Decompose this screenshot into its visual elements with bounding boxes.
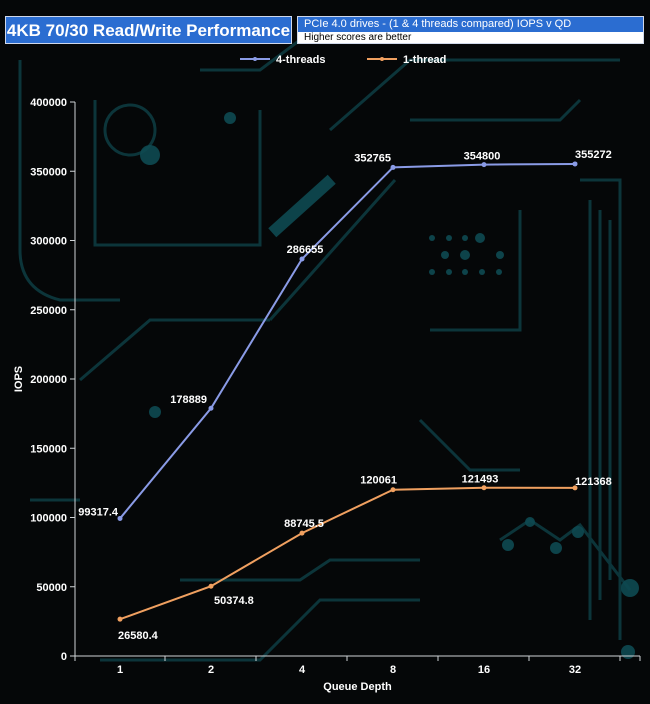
data-point-4-threads	[481, 162, 487, 168]
legend-marker-1-thread	[380, 57, 384, 61]
x-axis-title: Queue Depth	[323, 681, 392, 693]
x-tick-label: 4	[299, 664, 306, 676]
y-tick-label: 150000	[30, 443, 67, 455]
data-label-1-thread: 120061	[360, 475, 397, 487]
y-axis-title: IOPS	[13, 366, 25, 392]
series-line-1-thread	[119, 486, 576, 621]
y-tick-label: 350000	[30, 166, 67, 178]
x-tick-label: 2	[208, 664, 214, 676]
x-tick-label: 8	[390, 664, 396, 676]
data-point-4-threads	[299, 256, 305, 262]
data-label-4-threads: 99317.4	[78, 506, 119, 518]
data-point-1-thread	[299, 530, 305, 536]
data-label-4-threads: 178889	[170, 394, 207, 406]
data-point-4-threads	[390, 164, 396, 170]
x-tick-label: 1	[117, 664, 123, 676]
chart-frame: 4KB 70/30 Read/Write Performance PCIe 4.…	[0, 0, 650, 704]
data-label-1-thread: 121368	[575, 476, 612, 488]
data-label-4-threads: 355272	[575, 149, 612, 161]
y-tick-label: 200000	[30, 374, 67, 386]
data-label-1-thread: 88745.5	[284, 518, 324, 530]
y-tick-label: 250000	[30, 305, 67, 317]
data-point-1-thread	[117, 616, 123, 622]
series-line-4-threads	[119, 162, 576, 520]
y-tick-label: 0	[61, 651, 67, 663]
data-point-4-threads	[208, 405, 214, 411]
data-point-4-threads	[572, 161, 578, 167]
y-tick-label: 400000	[30, 97, 67, 109]
x-tick-label: 32	[569, 664, 581, 676]
data-label-1-thread: 121493	[462, 474, 499, 486]
data-point-1-thread	[481, 485, 487, 491]
data-point-1-thread	[208, 583, 214, 589]
legend-label-1-thread: 1-thread	[403, 54, 446, 66]
data-label-1-thread: 50374.8	[214, 595, 254, 607]
x-tick-label: 16	[478, 664, 490, 676]
line-chart: 0 50000 100000 150000 200000 250000 300000 3500…	[13, 54, 641, 693]
y-tick-label: 300000	[30, 236, 67, 248]
data-label-4-threads: 286655	[287, 244, 324, 256]
data-point-4-threads	[117, 515, 123, 521]
legend-label-4-threads: 4-threads	[276, 54, 326, 66]
data-point-1-thread	[390, 487, 396, 493]
data-label-4-threads: 352765	[354, 152, 391, 164]
data-label-4-threads: 354800	[464, 151, 501, 163]
y-tick-label: 50000	[36, 582, 67, 594]
data-label-1-thread: 26580.4	[118, 630, 159, 642]
legend-marker-4-threads	[253, 57, 257, 61]
y-tick-label: 100000	[30, 513, 67, 525]
